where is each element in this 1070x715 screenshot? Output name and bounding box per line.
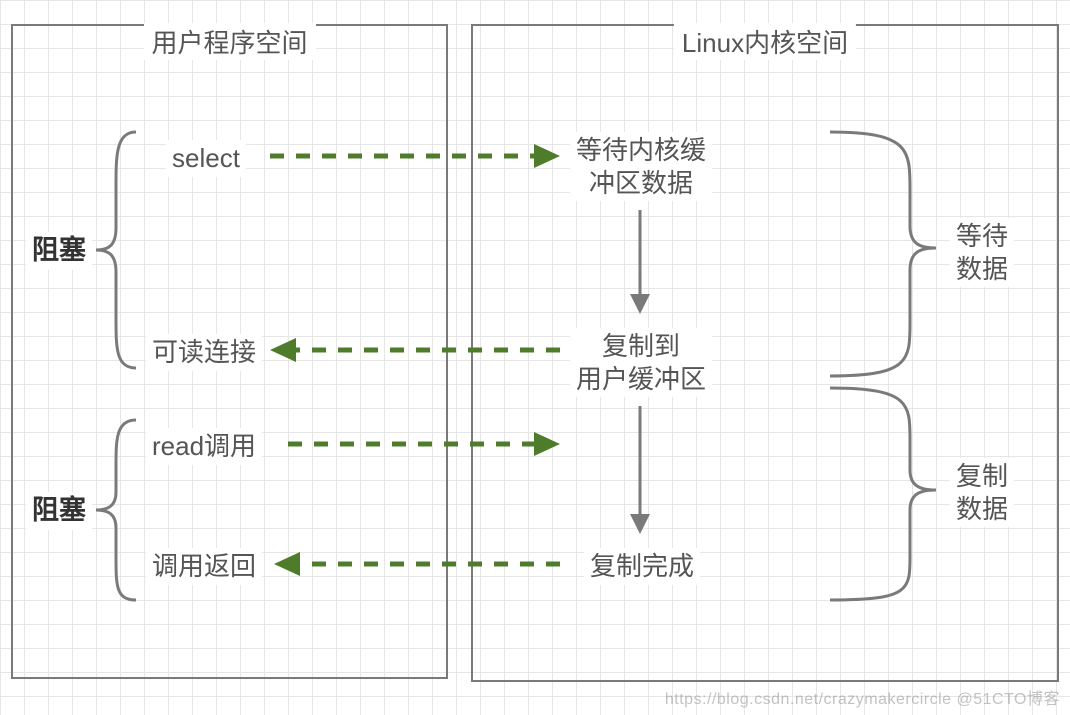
readable-label: 可读连接: [146, 334, 262, 371]
phase-copy-l1: 复制: [956, 461, 1008, 491]
blocking-label-bottom: 阻塞: [26, 492, 92, 530]
phase-wait-l1: 等待: [956, 221, 1008, 251]
user-space-title: 用户程序空间: [143, 23, 315, 60]
wait-kernel-buffer-label: 等待内核缓 冲区数据: [570, 132, 712, 201]
copy-to-user-l2: 用户缓冲区: [576, 364, 706, 394]
wait-kernel-buffer-l1: 等待内核缓: [576, 135, 706, 165]
copy-done-label: 复制完成: [584, 548, 700, 585]
kernel-space-box: Linux内核空间: [471, 24, 1059, 682]
blocking-label-top: 阻塞: [26, 232, 92, 270]
diagram-canvas: 用户程序空间 Linux内核空间 阻塞 阻塞 select 可读连接 read调…: [0, 0, 1070, 715]
copy-to-user-l1: 复制到: [602, 331, 680, 361]
phase-copy-label: 复制 数据: [950, 458, 1014, 527]
wait-kernel-buffer-l2: 冲区数据: [589, 168, 693, 198]
kernel-space-title: Linux内核空间: [674, 23, 856, 60]
watermark-text: https://blog.csdn.net/crazymakercircle @…: [665, 685, 1060, 709]
phase-wait-label: 等待 数据: [950, 218, 1014, 287]
phase-wait-l2: 数据: [956, 254, 1008, 284]
read-call-label: read调用: [146, 428, 262, 465]
phase-copy-l2: 数据: [956, 494, 1008, 524]
select-label: select: [166, 140, 246, 177]
return-label: 调用返回: [146, 548, 262, 585]
copy-to-user-label: 复制到 用户缓冲区: [570, 328, 712, 397]
